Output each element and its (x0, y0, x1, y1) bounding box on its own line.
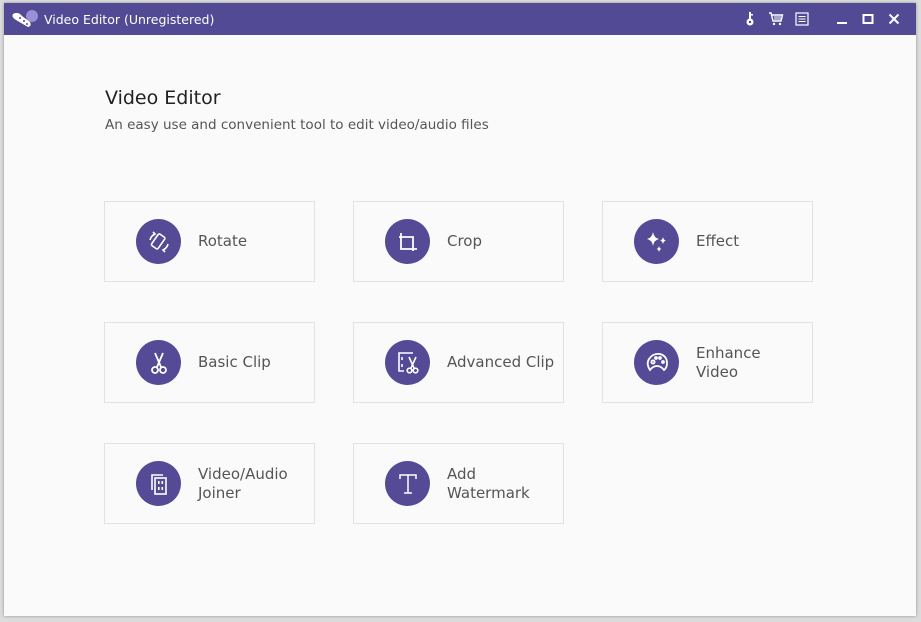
page-subtitle: An easy use and convenient tool to edit … (105, 117, 489, 133)
palette-icon (634, 340, 679, 385)
crop-icon (385, 219, 430, 264)
tool-card-basic-clip[interactable]: Basic Clip (104, 322, 315, 403)
tool-label-line2: Video (696, 362, 739, 381)
tool-label: Enhance Video (696, 344, 761, 382)
tool-card-joiner[interactable]: Video/Audio Joiner (104, 443, 315, 524)
app-window: Video Editor (Unregistered) Video Editor… (4, 3, 916, 616)
tool-card-watermark[interactable]: Add Watermark (353, 443, 564, 524)
tool-card-rotate[interactable]: Rotate (104, 201, 315, 282)
close-icon (888, 13, 900, 25)
tool-label-line2: Joiner (198, 483, 241, 502)
tool-label-line1: Add (447, 464, 477, 483)
page-title: Video Editor (105, 87, 221, 109)
close-button[interactable] (882, 7, 906, 31)
feedback-list-icon[interactable] (790, 7, 814, 31)
minimize-button[interactable] (830, 7, 854, 31)
tool-label: Crop (447, 232, 483, 250)
tool-label: Advanced Clip (447, 353, 555, 371)
window-title: Video Editor (Unregistered) (44, 11, 215, 27)
tool-label: Video/Audio Joiner (198, 465, 288, 503)
minimize-icon (837, 22, 847, 24)
maximize-icon (862, 14, 874, 24)
text-t-icon (385, 461, 430, 506)
tool-label-line1: Enhance (696, 343, 761, 362)
tool-label: Basic Clip (198, 353, 271, 371)
film-scissors-icon (385, 340, 430, 385)
tool-card-advanced-clip[interactable]: Advanced Clip (353, 322, 564, 403)
maximize-button[interactable] (856, 7, 880, 31)
tool-label: Rotate (198, 232, 248, 250)
tool-label: Effect (696, 232, 740, 250)
scissors-icon (136, 340, 181, 385)
tool-label: Add Watermark (447, 465, 530, 503)
tool-card-crop[interactable]: Crop (353, 201, 564, 282)
sparkles-icon (634, 219, 679, 264)
rotate-icon (136, 219, 181, 264)
app-logo-icon (10, 8, 40, 30)
register-key-icon[interactable] (738, 7, 762, 31)
tool-label-line1: Video/Audio (198, 464, 288, 483)
tool-label-line2: Watermark (447, 483, 530, 502)
tool-card-enhance-video[interactable]: Enhance Video (602, 322, 813, 403)
joiner-icon (136, 461, 181, 506)
cart-icon[interactable] (764, 7, 788, 31)
title-bar[interactable]: Video Editor (Unregistered) (4, 3, 916, 35)
tool-card-effect[interactable]: Effect (602, 201, 813, 282)
